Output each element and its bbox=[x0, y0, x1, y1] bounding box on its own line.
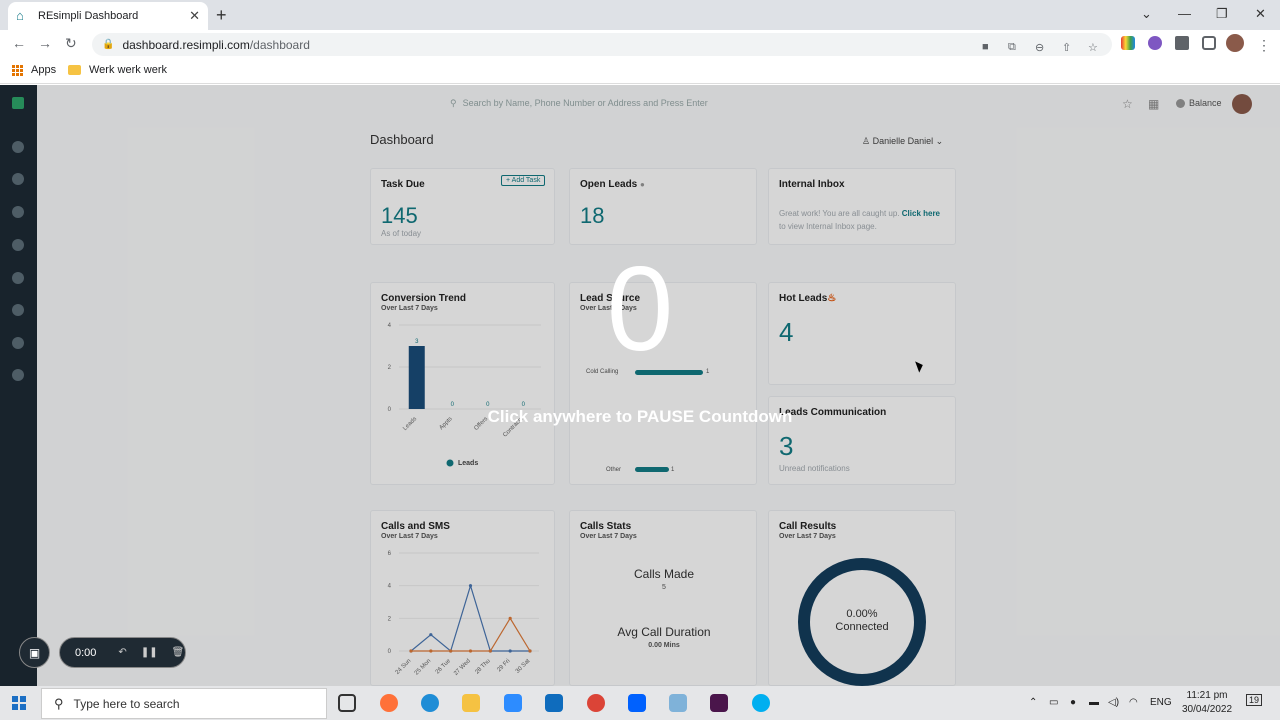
forward-icon[interactable]: → bbox=[38, 35, 52, 51]
mail-icon[interactable] bbox=[545, 694, 563, 712]
search-icon: ⚲ bbox=[54, 695, 64, 711]
translate-icon[interactable]: ⧉ bbox=[1008, 41, 1016, 54]
countdown-overlay[interactable]: 0 Click anywhere to PAUSE Countdown bbox=[0, 85, 1280, 686]
reload-icon[interactable]: ↻ bbox=[65, 35, 77, 52]
resimpli-favicon-icon: ⌂ bbox=[16, 8, 24, 23]
browser-tab[interactable]: ⌂ REsimpli Dashboard ✕ bbox=[8, 2, 208, 30]
task-view-icon[interactable] bbox=[338, 694, 356, 712]
edge-icon[interactable] bbox=[421, 694, 439, 712]
close-window-button[interactable]: ✕ bbox=[1255, 6, 1266, 22]
trash-icon[interactable]: 🗑 bbox=[172, 647, 185, 658]
skype-icon[interactable] bbox=[752, 694, 770, 712]
slack-icon[interactable] bbox=[710, 694, 728, 712]
clock-date: 30/04/2022 bbox=[1181, 704, 1233, 715]
back-icon[interactable]: ← bbox=[12, 35, 26, 51]
file-explorer-icon[interactable] bbox=[462, 694, 480, 712]
browser-toolbar: ← → ↻ 🔒 dashboard.resimpli.com/dashboard… bbox=[0, 30, 1280, 58]
bookmark-folder[interactable]: Werk werk werk bbox=[68, 64, 167, 76]
pause-icon[interactable]: ❚❚ bbox=[141, 647, 158, 658]
apps-grid-icon bbox=[12, 64, 23, 76]
chrome-icon[interactable] bbox=[587, 694, 605, 712]
windows-start-icon[interactable] bbox=[12, 696, 26, 710]
firefox-icon[interactable] bbox=[380, 694, 398, 712]
wifi-icon[interactable]: ◠ bbox=[1129, 697, 1138, 708]
notes-app-icon[interactable] bbox=[669, 694, 687, 712]
dropbox-icon[interactable] bbox=[628, 694, 646, 712]
camera-icon[interactable]: ■ bbox=[982, 41, 989, 53]
bookmarks-bar: Apps Werk werk werk bbox=[0, 58, 1280, 84]
lock-icon: 🔒 bbox=[102, 39, 115, 50]
notifications-icon[interactable]: 19 bbox=[1246, 694, 1263, 706]
tab-search-icon[interactable]: ⌄ bbox=[1141, 6, 1152, 22]
chrome-menu-icon[interactable]: ⋮ bbox=[1257, 37, 1271, 54]
profile-avatar[interactable] bbox=[1226, 34, 1244, 52]
countdown-number: 0 bbox=[606, 242, 674, 376]
countdown-instruction: Click anywhere to PAUSE Countdown bbox=[487, 407, 793, 426]
notification-count: 19 bbox=[1249, 695, 1260, 705]
tray-chevron-icon[interactable]: ⌃ bbox=[1029, 697, 1037, 708]
tab-title: REsimpli Dashboard bbox=[38, 10, 139, 22]
taskbar-search-placeholder: Type here to search bbox=[73, 696, 180, 711]
bookmark-apps[interactable]: Apps bbox=[12, 64, 56, 76]
folder-icon bbox=[68, 65, 81, 75]
taskbar-search[interactable]: ⚲ Type here to search bbox=[41, 688, 327, 719]
browser-tab-bar: ⌂ REsimpli Dashboard ✕ + ⌄ — ❐ ✕ bbox=[0, 0, 1280, 30]
extension-flower-icon[interactable] bbox=[1148, 36, 1162, 50]
recorder-camera-button[interactable]: ▣ bbox=[19, 637, 50, 668]
new-tab-button[interactable]: + bbox=[216, 5, 227, 26]
address-bar[interactable]: 🔒 dashboard.resimpli.com/dashboard ■ ⧉ ⊖… bbox=[92, 33, 1112, 56]
bookmark-apps-label: Apps bbox=[31, 64, 57, 76]
recorder-controls: 0:00 ↶ ❚❚ 🗑 bbox=[59, 637, 186, 668]
clock[interactable]: 11:21 pm 30/04/2022 bbox=[1176, 689, 1238, 717]
video-camera-icon: ▣ bbox=[28, 645, 41, 660]
recorder-time: 0:00 bbox=[75, 646, 97, 659]
zoom-icon[interactable]: ⊖ bbox=[1035, 41, 1044, 54]
share-icon[interactable]: ⇧ bbox=[1062, 41, 1071, 54]
bookmark-folder-label: Werk werk werk bbox=[89, 64, 168, 76]
close-tab-icon[interactable]: ✕ bbox=[189, 8, 200, 24]
minimize-button[interactable]: — bbox=[1178, 6, 1191, 21]
extensions-puzzle-icon[interactable] bbox=[1175, 36, 1189, 50]
extension-color-icon[interactable] bbox=[1121, 36, 1135, 50]
microphone-icon[interactable]: ● bbox=[1070, 697, 1076, 708]
url-domain: dashboard.resimpli.com bbox=[122, 37, 250, 52]
clock-time: 11:21 pm bbox=[1186, 690, 1228, 701]
bookmark-star-icon[interactable]: ☆ bbox=[1088, 41, 1098, 54]
volume-icon[interactable]: ◁) bbox=[1108, 697, 1119, 708]
tray-device-icon[interactable]: ▭ bbox=[1049, 697, 1058, 708]
language-indicator[interactable]: ENG bbox=[1150, 697, 1172, 708]
restore-button[interactable]: ❐ bbox=[1216, 6, 1228, 22]
battery-icon[interactable]: ▬ bbox=[1089, 697, 1099, 708]
zoom-app-icon[interactable] bbox=[504, 694, 522, 712]
url-path: /dashboard bbox=[249, 37, 310, 52]
windows-taskbar: ⚲ Type here to search ⌃ ▭ ● ▬ ◁) ◠ ENG 1… bbox=[0, 686, 1280, 720]
undo-icon[interactable]: ↶ bbox=[118, 647, 126, 658]
sidepanel-icon[interactable] bbox=[1202, 36, 1216, 50]
